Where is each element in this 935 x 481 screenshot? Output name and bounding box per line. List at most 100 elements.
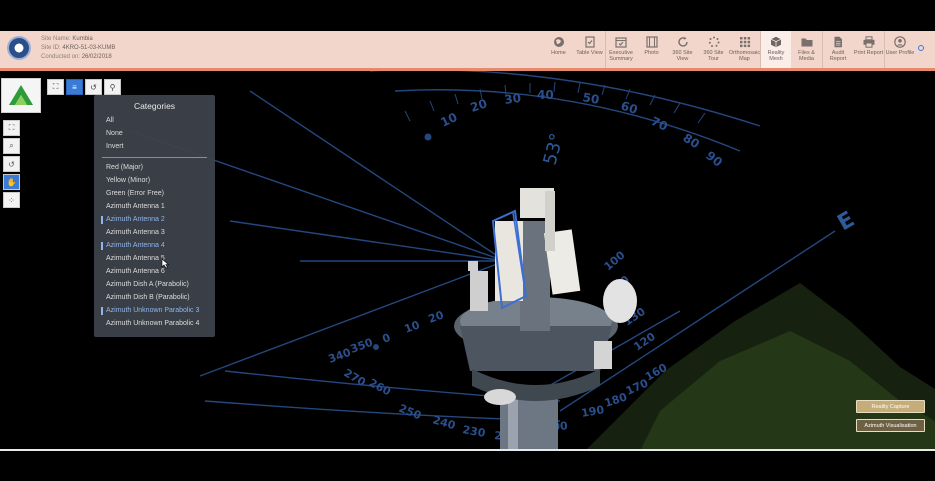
folder-icon (801, 38, 812, 47)
user-icon (894, 36, 906, 48)
nav-print-report-label: Print Report (853, 50, 884, 56)
tick-lower-5: 270 (342, 366, 369, 389)
fit-view-button[interactable]: ⛶ (47, 79, 64, 95)
measure-button[interactable]: ↺ (85, 79, 102, 95)
link-icon: ⚲ (109, 82, 116, 92)
categories-dropdown: Categories All None Invert Red (Major) Y… (94, 95, 215, 337)
categories-title: Categories (133, 101, 176, 111)
category-azimuth-antenna-6[interactable]: Azimuth Antenna 6 (106, 268, 165, 275)
fullscreen-button[interactable]: ⛶ (3, 120, 20, 136)
magnifier-icon: ⌕ (9, 141, 14, 150)
tick-upper-1: 20 (469, 96, 489, 114)
category-red-major[interactable]: Red (Major) (106, 164, 143, 171)
zoom-button[interactable]: ⌕ (3, 138, 20, 154)
nav-files-media-label: Files & Media (798, 50, 815, 62)
category-azimuth-unknown-parabolic-4[interactable]: Azimuth Unknown Parabolic 4 (106, 320, 199, 327)
category-azimuth-unknown-parabolic-3[interactable]: Azimuth Unknown Parabolic 3 (100, 307, 199, 315)
nav-user-profile-label: User Profile (885, 50, 915, 56)
company-logo[interactable] (7, 36, 31, 60)
nav-reality-mesh[interactable]: Reality Mesh (760, 31, 791, 68)
footsteps-icon: ⁘ (8, 195, 15, 205)
nav-executive-summary-label: Executive Summary (609, 50, 633, 62)
category-azimuth-antenna-1[interactable]: Azimuth Antenna 1 (106, 203, 165, 210)
film-icon (645, 36, 658, 48)
nav-table-view[interactable]: Table View (574, 31, 605, 68)
link-button[interactable]: ⚲ (104, 79, 121, 95)
nav-audit-report[interactable]: Audit Report (822, 31, 853, 68)
nav-print-report[interactable]: Print Report (853, 31, 884, 68)
pan-button[interactable]: ✋ (3, 174, 20, 190)
category-azimuth-antenna-4[interactable]: Azimuth Antenna 4 (101, 242, 165, 250)
nav-audit-report-label: Audit Report (829, 50, 847, 62)
main-nav: Home Table View Executive Summary Photo … (543, 31, 915, 68)
home-arrow-icon (9, 85, 33, 105)
bottom-divider (0, 449, 935, 451)
nav-home-label: Home (551, 50, 566, 56)
nav-user-profile[interactable]: User Profile (884, 31, 915, 68)
nav-360-site-view[interactable]: 360 Site View (667, 31, 698, 68)
category-none[interactable]: None (106, 130, 123, 137)
print-icon (863, 36, 874, 48)
category-azimuth-antenna-5[interactable]: Azimuth Antenna 5 (106, 255, 165, 262)
site-name-label: Site Name: (41, 36, 71, 42)
tick-lower-7: 250 (397, 402, 423, 423)
document-icon (834, 36, 842, 48)
category-invert[interactable]: Invert (106, 143, 124, 150)
category-azimuth-dish-b[interactable]: Azimuth Dish B (Parabolic) (106, 294, 190, 301)
top-black-band (0, 0, 935, 31)
reality-capture-button[interactable]: Reality Capture (856, 400, 925, 413)
azimuth-visualisation-button[interactable]: Azimuth Visualisation (856, 419, 925, 432)
nav-orthomosaic-map-label: Orthomosaic Map (728, 50, 761, 62)
tick-upper-5: 60 (619, 99, 639, 117)
nav-table-view-label: Table View (576, 50, 603, 56)
tick-lower-1: 10 (403, 318, 422, 336)
calendar-check-icon (615, 37, 627, 48)
category-azimuth-antenna-2[interactable]: Azimuth Antenna 2 (101, 216, 165, 224)
measure-icon: ↺ (90, 82, 97, 92)
nav-photo-label: Photo (644, 50, 659, 56)
tick-lower-0: 20 (427, 308, 446, 326)
cell-tower-model[interactable] (454, 188, 637, 451)
tick-lower-14: 180 (603, 390, 629, 410)
tick-lower-9: 230 (461, 423, 486, 440)
nav-360-site-tour[interactable]: 360 Site Tour (698, 31, 729, 68)
category-all[interactable]: All (106, 117, 114, 124)
grid-icon (739, 37, 750, 48)
nav-reality-mesh-label: Reality Mesh (767, 50, 785, 62)
tick-lower-2: 0 (381, 331, 393, 346)
nav-home[interactable]: Home (543, 31, 574, 68)
compass-east-letter: E (834, 207, 860, 236)
power-icon[interactable] (918, 45, 924, 51)
layers-button[interactable]: ≡ (66, 79, 83, 95)
nav-files-media[interactable]: Files & Media (791, 31, 822, 68)
category-green-error-free[interactable]: Green (Error Free) (106, 190, 164, 197)
spinner-icon (708, 36, 719, 47)
site-name-value: Kumbia (72, 36, 93, 42)
nav-360-site-view-label: 360 Site View (672, 50, 693, 62)
tick-upper-8: 90 (703, 148, 725, 169)
tick-upper-2: 30 (503, 91, 521, 107)
category-azimuth-antenna-3[interactable]: Azimuth Antenna 3 (106, 229, 165, 236)
tick-lower-20: 100 (602, 248, 628, 273)
fit-view-icon: ⛶ (52, 82, 59, 91)
category-azimuth-dish-a[interactable]: Azimuth Dish A (Parabolic) (106, 281, 189, 288)
home-view-button[interactable] (1, 78, 41, 113)
site-id-value: 4KRO-51-03-KUMB (62, 45, 116, 51)
site-info: Site Name: Kumbia Site ID: 4KRO-51-03-KU… (41, 35, 115, 62)
mouse-cursor-icon (161, 258, 170, 269)
tick-lower-13: 190 (580, 403, 605, 420)
orbit-button[interactable]: ↺ (3, 156, 20, 172)
layers-icon: ≡ (72, 82, 77, 92)
tick-upper-4: 50 (581, 90, 600, 107)
walk-button[interactable]: ⁘ (3, 192, 20, 208)
tick-upper-3: 40 (537, 88, 554, 102)
rotate-icon (677, 36, 688, 47)
nav-photo[interactable]: Photo (636, 31, 667, 68)
orbit-icon: ↺ (8, 159, 15, 169)
nav-executive-summary[interactable]: Executive Summary (605, 31, 636, 68)
globe-icon (553, 37, 564, 47)
nav-orthomosaic-map[interactable]: Orthomosaic Map (729, 31, 760, 68)
conducted-value: 26/02/2018 (81, 54, 112, 60)
tick-lower-6: 260 (367, 376, 394, 398)
category-yellow-minor[interactable]: Yellow (Minor) (106, 177, 150, 184)
